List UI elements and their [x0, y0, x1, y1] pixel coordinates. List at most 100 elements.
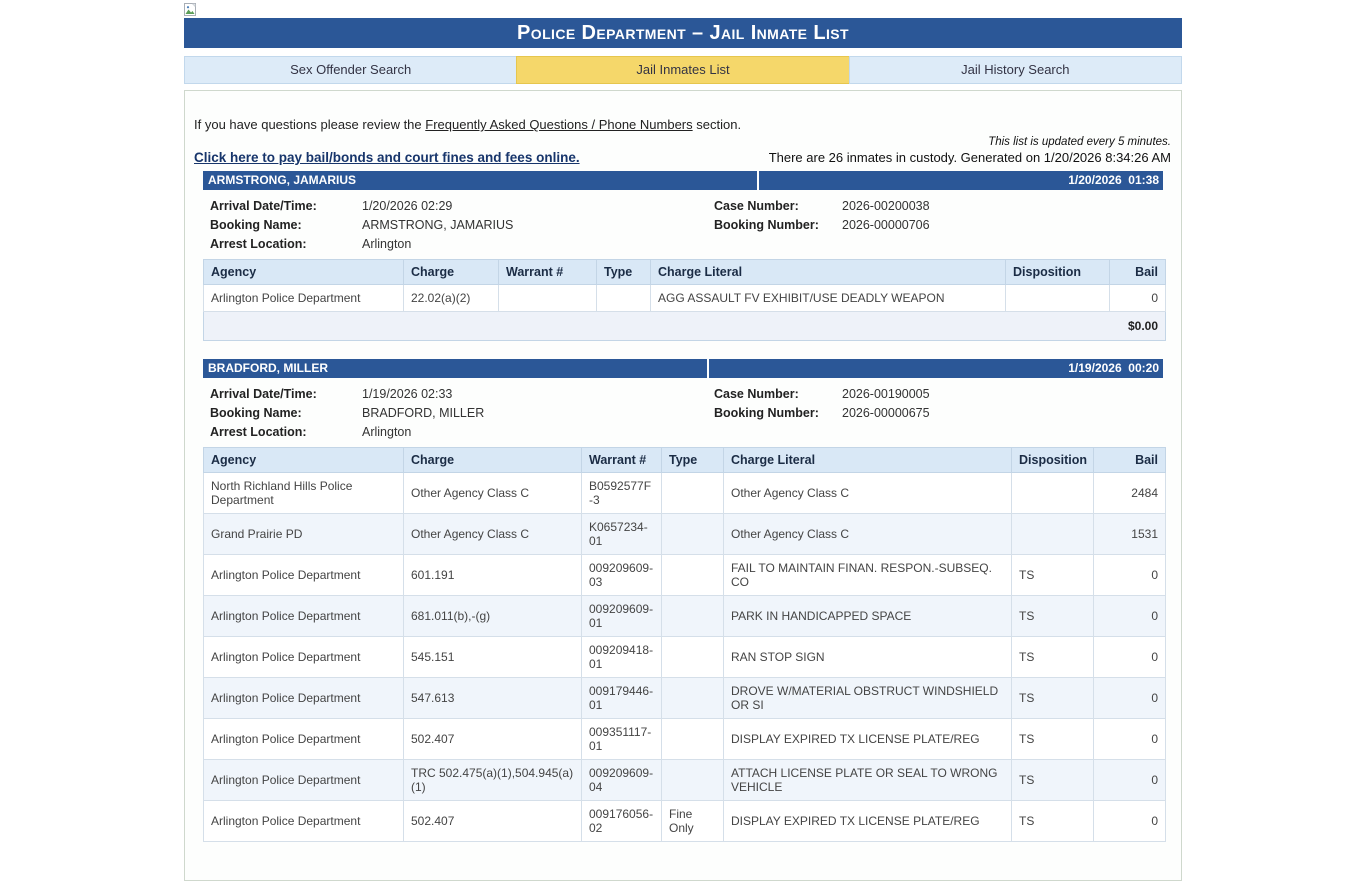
cell-disposition: TS [1011, 595, 1094, 637]
cell-literal: AGG ASSAULT FV EXHIBIT/USE DEADLY WEAPON [650, 284, 1006, 312]
charge-row: Arlington Police Department 22.02(a)(2) AG… [203, 284, 1166, 312]
cell-warrant: 009209609-03 [581, 554, 662, 596]
cell-warrant: 009209609-01 [581, 595, 662, 637]
cell-warrant: 009351117-01 [581, 718, 662, 760]
faq-suffix: section. [692, 117, 742, 132]
column-header: Bail [1093, 447, 1166, 473]
cell-agency: Arlington Police Department [203, 800, 404, 842]
booking-number-value: 2026-00000675 [842, 406, 930, 420]
cell-literal: ATTACH LICENSE PLATE OR SEAL TO WRONG VE… [723, 759, 1012, 801]
inmate-header-bar: BRADFORD, MILLER 1/19/2026 00:20 [203, 359, 1163, 378]
case-number-value: 2026-00200038 [842, 199, 930, 213]
arrest-location-value: Arlington [362, 237, 412, 251]
cell-disposition: TS [1011, 677, 1094, 719]
faq-prefix: If you have questions please review the [194, 117, 426, 132]
cell-literal: RAN STOP SIGN [723, 636, 1012, 678]
cell-type [596, 284, 651, 312]
faq-link[interactable]: Frequently Asked Questions / Phone Numbe… [425, 117, 692, 132]
column-header: Disposition [1005, 259, 1110, 285]
cell-type [661, 636, 724, 678]
cell-type [661, 677, 724, 719]
cell-agency: North Richland Hills Police Department [203, 472, 404, 514]
booking-number-label: Booking Number: [714, 406, 819, 420]
inmate-header-date: 1/20/2026 01:38 [759, 171, 1163, 190]
cell-agency: Grand Prairie PD [203, 513, 404, 555]
cell-charge: 545.151 [403, 636, 582, 678]
cell-warrant: 009209418-01 [581, 636, 662, 678]
arrival-label: Arrival Date/Time: [210, 387, 317, 401]
charge-row: Arlington Police Department 502.407 009351… [203, 718, 1166, 760]
cell-type: Fine Only [661, 800, 724, 842]
case-number-value: 2026-00190005 [842, 387, 930, 401]
cell-charge: 601.191 [403, 554, 582, 596]
faq-line: If you have questions please review the … [194, 117, 1172, 132]
charges-header-row: Agency Charge Warrant # Type Charge Literal D… [203, 447, 1166, 473]
column-header: Warrant # [498, 259, 597, 285]
cell-warrant: B0592577F-3 [581, 472, 662, 514]
cell-charge: TRC 502.475(a)(1),504.945(a)(1) [403, 759, 582, 801]
charge-row: Arlington Police Department 601.191 009209… [203, 554, 1166, 596]
case-number-label: Case Number: [714, 387, 799, 401]
cell-warrant: 009176056-02 [581, 800, 662, 842]
cell-bail: 0 [1093, 718, 1166, 760]
content-panel: If you have questions please review the … [184, 90, 1182, 881]
broken-image-icon [184, 3, 196, 16]
cell-charge: 22.02(a)(2) [403, 284, 499, 312]
cell-disposition: TS [1011, 636, 1094, 678]
column-header: Type [661, 447, 724, 473]
charge-row: North Richland Hills Police Department Ot… [203, 472, 1166, 514]
pay-row: Click here to pay bail/bonds and court f… [194, 150, 1172, 165]
arrest-location-label: Arrest Location: [210, 425, 307, 439]
tab-bar: Sex Offender Search Jail Inmates List Ja… [184, 56, 1182, 84]
cell-charge: 502.407 [403, 800, 582, 842]
charges-table: Agency Charge Warrant # Type Charge Literal D… [203, 447, 1166, 842]
cell-agency: Arlington Police Department [203, 677, 404, 719]
cell-charge: 502.407 [403, 718, 582, 760]
inmate-info: Arrival Date/Time: 1/20/2026 02:29 Case … [203, 199, 1163, 251]
cell-charge: 547.613 [403, 677, 582, 719]
column-header: Warrant # [581, 447, 662, 473]
booking-name-value: ARMSTRONG, JAMARIUS [362, 218, 514, 232]
inmate-header-date: 1/19/2026 00:20 [709, 359, 1163, 378]
bail-total-value: $0.00 [203, 311, 1166, 341]
booking-number-label: Booking Number: [714, 218, 819, 232]
cell-literal: DROVE W/MATERIAL OBSTRUCT WINDSHIELD OR … [723, 677, 1012, 719]
cell-disposition: TS [1011, 554, 1094, 596]
cell-disposition [1005, 284, 1110, 312]
booking-name-label: Booking Name: [210, 218, 302, 232]
cell-warrant: K0657234-01 [581, 513, 662, 555]
arrest-location-value: Arlington [362, 425, 412, 439]
column-header: Charge [403, 259, 499, 285]
booking-name-label: Booking Name: [210, 406, 302, 420]
charge-row: Arlington Police Department 502.407 009176… [203, 800, 1166, 842]
cell-literal: DISPLAY EXPIRED TX LICENSE PLATE/REG [723, 718, 1012, 760]
custody-count-line: There are 26 inmates in custody. Generat… [768, 150, 1171, 165]
cell-agency: Arlington Police Department [203, 284, 404, 312]
tab-sex-offender-search[interactable]: Sex Offender Search [184, 56, 518, 84]
inmate-info: Arrival Date/Time: 1/19/2026 02:33 Case … [203, 387, 1163, 439]
page-title: Police Department – Jail Inmate List [184, 18, 1182, 48]
case-number-label: Case Number: [714, 199, 799, 213]
cell-literal: DISPLAY EXPIRED TX LICENSE PLATE/REG [723, 800, 1012, 842]
tab-jail-history-search[interactable]: Jail History Search [848, 56, 1182, 84]
inmate-header-bar: ARMSTRONG, JAMARIUS 1/20/2026 01:38 [203, 171, 1163, 190]
charge-row: Arlington Police Department 545.151 009209… [203, 636, 1166, 678]
arrival-value: 1/20/2026 02:29 [362, 199, 453, 213]
tab-jail-inmates-list[interactable]: Jail Inmates List [516, 56, 850, 84]
cell-type [661, 759, 724, 801]
cell-bail: 0 [1093, 677, 1166, 719]
cell-type [661, 472, 724, 514]
column-header: Agency [203, 259, 404, 285]
inmate-record: BRADFORD, MILLER 1/19/2026 00:20 Arrival… [203, 359, 1166, 842]
charge-row: Grand Prairie PD Other Agency Class C K065… [203, 513, 1166, 555]
arrival-value: 1/19/2026 02:33 [362, 387, 453, 401]
cell-type [661, 513, 724, 555]
cell-type [661, 718, 724, 760]
cell-literal: PARK IN HANDICAPPED SPACE [723, 595, 1012, 637]
cell-bail: 0 [1093, 636, 1166, 678]
charges-header-row: Agency Charge Warrant # Type Charge Literal D… [203, 259, 1166, 285]
pay-bail-link[interactable]: Click here to pay bail/bonds and court f… [194, 150, 580, 165]
cell-bail: 1531 [1093, 513, 1166, 555]
charge-row: Arlington Police Department 681.011(b),-(… [203, 595, 1166, 637]
cell-warrant [498, 284, 597, 312]
